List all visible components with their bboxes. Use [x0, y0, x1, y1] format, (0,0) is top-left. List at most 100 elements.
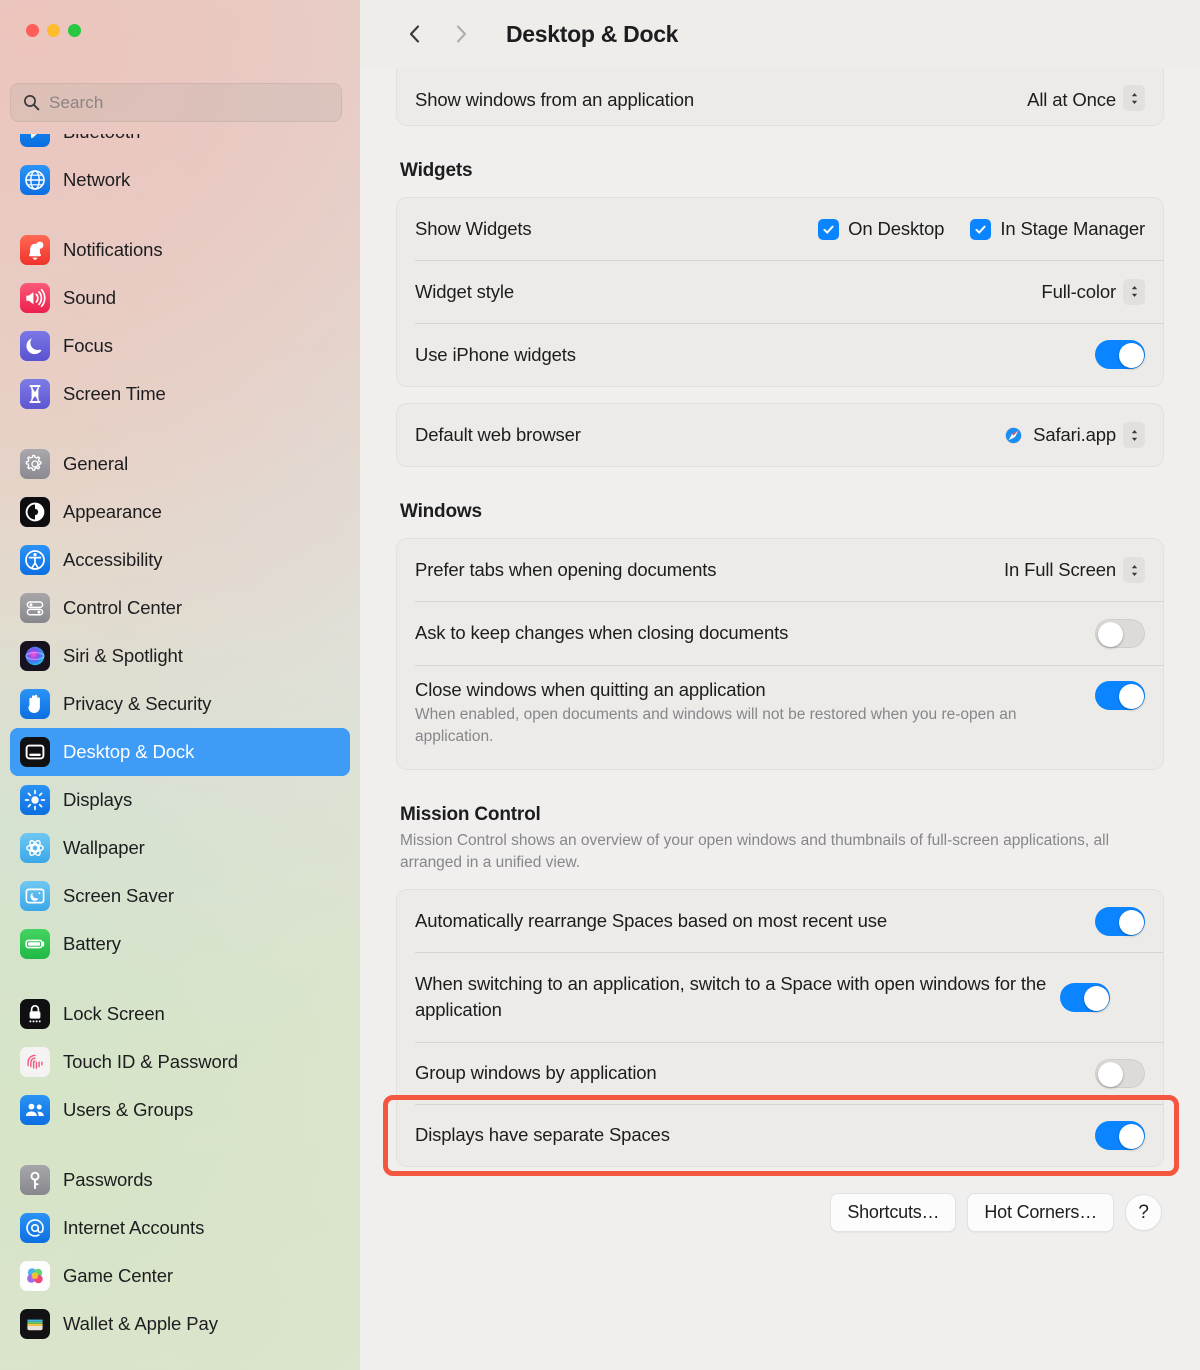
- chevron-updown-icon[interactable]: [1123, 85, 1145, 111]
- sidebar-item-battery[interactable]: Battery: [10, 920, 350, 968]
- row-close-windows-quitting[interactable]: Close windows when quitting an applicati…: [397, 665, 1163, 769]
- toggle-displays-have-separate-spaces[interactable]: [1095, 1120, 1145, 1150]
- sidebar-item-bluetooth[interactable]: Bluetooth: [10, 134, 350, 156]
- chevron-updown-icon[interactable]: [1123, 422, 1145, 448]
- row-use-iphone-widgets[interactable]: Use iPhone widgets: [397, 323, 1163, 386]
- sidebar-item-lock-screen[interactable]: Lock Screen: [10, 990, 350, 1038]
- focus-moon-icon: [20, 331, 50, 361]
- toggle-auto-rearrange-spaces[interactable]: [1095, 906, 1145, 936]
- toggle-switch-to-space[interactable]: [1060, 982, 1110, 1012]
- toggle-knob: [1098, 621, 1123, 647]
- section-title: Windows: [400, 501, 482, 522]
- toggle-ask-keep-changes[interactable]: [1095, 618, 1145, 648]
- sidebar-item-label: Game Center: [63, 1265, 173, 1286]
- sidebar-item-passwords[interactable]: Passwords: [10, 1156, 350, 1204]
- sidebar-item-touch-id-password[interactable]: Touch ID & Password: [10, 1038, 350, 1086]
- row-sublabel: When enabled, open documents and windows…: [415, 706, 1017, 745]
- chevron-updown-icon[interactable]: [1123, 557, 1145, 583]
- sidebar-item-siri-spotlight[interactable]: Siri & Spotlight: [10, 632, 350, 680]
- sidebar-item-network[interactable]: Network: [10, 156, 350, 204]
- sidebar-item-label: Privacy & Security: [63, 693, 212, 714]
- close-button[interactable]: [26, 24, 39, 37]
- sidebar-item-wallpaper[interactable]: Wallpaper: [10, 824, 350, 872]
- minimize-button[interactable]: [47, 24, 60, 37]
- wallpaper-icon: [20, 833, 50, 863]
- maximize-button[interactable]: [68, 24, 81, 37]
- checkbox-on-desktop[interactable]: On Desktop: [818, 218, 944, 240]
- sidebar-item-focus[interactable]: Focus: [10, 322, 350, 370]
- sidebar: Search Bluetooth: [0, 0, 360, 1370]
- toggle-knob: [1119, 1123, 1144, 1149]
- row-show-widgets[interactable]: Show Widgets On Desktop In Stage Manager: [397, 198, 1163, 260]
- sidebar-item-screen-saver[interactable]: Screen Saver: [10, 872, 350, 920]
- appearance-contrast-icon: [20, 497, 50, 527]
- row-show-windows-from-application[interactable]: Show windows from an application All at …: [397, 68, 1163, 125]
- sidebar-item-appearance[interactable]: Appearance: [10, 488, 350, 536]
- row-label: Displays have separate Spaces: [415, 1124, 670, 1145]
- sidebar-item-wallet-apple-pay[interactable]: Wallet & Apple Pay: [10, 1300, 350, 1348]
- sidebar-group-divider: [10, 968, 350, 990]
- show-windows-card: Show windows from an application All at …: [396, 68, 1164, 126]
- settings-scroll-area[interactable]: Show windows from an application All at …: [360, 68, 1200, 1370]
- network-globe-icon: [20, 165, 50, 195]
- toggle-use-iphone-widgets[interactable]: [1095, 340, 1145, 369]
- privacy-hand-icon: [20, 689, 50, 719]
- chevron-left-icon: [409, 25, 420, 43]
- chevron-right-icon: [456, 25, 467, 43]
- sidebar-item-game-center[interactable]: Game Center: [10, 1252, 350, 1300]
- help-button[interactable]: ?: [1125, 1194, 1162, 1231]
- sidebar-item-general[interactable]: General: [10, 440, 350, 488]
- row-widget-style[interactable]: Widget style Full-color: [397, 260, 1163, 323]
- search-placeholder: Search: [49, 92, 104, 112]
- sidebar-item-sound[interactable]: Sound: [10, 274, 350, 322]
- popup-value: Full-color: [1041, 280, 1116, 302]
- sidebar-item-label: Users & Groups: [63, 1099, 194, 1120]
- row-prefer-tabs[interactable]: Prefer tabs when opening documents In Fu…: [397, 539, 1163, 601]
- row-label: Widget style: [415, 280, 514, 302]
- forward-button[interactable]: [444, 17, 478, 51]
- sidebar-item-label: Wallet & Apple Pay: [63, 1313, 218, 1334]
- sidebar-item-notifications[interactable]: Notifications: [10, 226, 350, 274]
- row-ask-keep-changes[interactable]: Ask to keep changes when closing documen…: [397, 601, 1163, 665]
- sidebar-item-privacy-security[interactable]: Privacy & Security: [10, 680, 350, 728]
- passwords-key-icon: [20, 1165, 50, 1195]
- wallet-apple-pay-icon: [20, 1309, 50, 1339]
- mission-control-card: Automatically rearrange Spaces based on …: [383, 889, 1179, 1176]
- checkbox-in-stage-manager[interactable]: In Stage Manager: [970, 218, 1145, 240]
- row-auto-rearrange-spaces[interactable]: Automatically rearrange Spaces based on …: [397, 890, 1163, 952]
- sidebar-item-label: Screen Time: [63, 383, 166, 404]
- sidebar-item-label: Notifications: [63, 239, 163, 260]
- sidebar-item-control-center[interactable]: Control Center: [10, 584, 350, 632]
- sidebar-item-label: Sound: [63, 287, 116, 308]
- lock-screen-icon: [20, 999, 50, 1029]
- search-field[interactable]: Search: [10, 83, 342, 122]
- sidebar-item-desktop-dock[interactable]: Desktop & Dock: [10, 728, 350, 776]
- row-group-windows-by-application[interactable]: Group windows by application: [397, 1042, 1163, 1104]
- sidebar-group-divider: [10, 1134, 350, 1156]
- battery-icon: [20, 929, 50, 959]
- toggle-group-windows-by-application[interactable]: [1095, 1058, 1145, 1088]
- internet-accounts-at-icon: [20, 1213, 50, 1243]
- sidebar-item-label: Lock Screen: [63, 1003, 165, 1024]
- chevron-updown-icon[interactable]: [1123, 278, 1145, 305]
- sidebar-item-accessibility[interactable]: Accessibility: [10, 536, 350, 584]
- popup-value: All at Once: [1027, 89, 1116, 110]
- sidebar-item-users-groups[interactable]: Users & Groups: [10, 1086, 350, 1134]
- back-button[interactable]: [398, 17, 432, 51]
- game-center-icon: [20, 1261, 50, 1291]
- row-displays-have-separate-spaces[interactable]: Displays have separate Spaces: [383, 1095, 1179, 1176]
- row-switch-to-space[interactable]: When switching to an application, switch…: [397, 952, 1163, 1042]
- shortcuts-button[interactable]: Shortcuts…: [830, 1193, 957, 1232]
- sidebar-item-displays[interactable]: Displays: [10, 776, 350, 824]
- sidebar-item-screen-time[interactable]: Screen Time: [10, 370, 350, 418]
- windows-section-header: Windows: [396, 501, 1164, 523]
- hot-corners-button[interactable]: Hot Corners…: [967, 1193, 1114, 1232]
- sidebar-item-internet-accounts[interactable]: Internet Accounts: [10, 1204, 350, 1252]
- sidebar-item-label: Internet Accounts: [63, 1217, 205, 1238]
- toolbar: Desktop & Dock: [360, 0, 1200, 68]
- sound-speaker-icon: [20, 283, 50, 313]
- row-default-web-browser[interactable]: Default web browser Safari.app: [397, 404, 1163, 466]
- toggle-close-windows-quitting[interactable]: [1095, 681, 1145, 710]
